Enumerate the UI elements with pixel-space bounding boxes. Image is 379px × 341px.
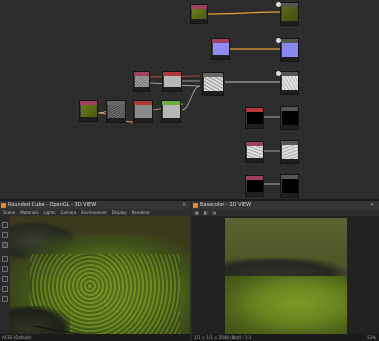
node-graph[interactable] (0, 0, 379, 199)
2d-view-toolbar: ▦ ◧ ▤ (192, 209, 379, 216)
graph-node-red-a[interactable] (162, 71, 182, 92)
screenshot-icon[interactable] (2, 286, 8, 292)
graph-connections (97, 11, 282, 185)
menu-renderer[interactable]: Renderer (132, 210, 150, 215)
tile-icon[interactable]: ▦ (195, 210, 199, 215)
2d-view-title: Basecolor - 2D VIEW (200, 202, 252, 208)
2d-view-status: 1/1 × 1/1 × 2048 (8bit) - 1:1 53% (192, 334, 379, 341)
display-icon[interactable] (2, 242, 8, 248)
3d-view-title-bar[interactable]: Rounded Cube - OpenGL - 3D VIEW × (0, 201, 190, 209)
graph-node-noise-a[interactable] (133, 71, 150, 92)
2d-view-status-text: 1/1 × 1/1 × 2048 (8bit) - 1:1 (194, 335, 252, 340)
graph-node-red-b[interactable] (133, 100, 153, 123)
3d-view-toolbar (0, 216, 10, 341)
graph-node-green-mask[interactable] (161, 100, 181, 123)
layers-icon[interactable] (2, 296, 8, 302)
camera-icon[interactable] (2, 222, 8, 228)
3d-view-panel: Rounded Cube - OpenGL - 3D VIEW × Scene M… (0, 201, 190, 341)
frame-icon[interactable] (2, 266, 8, 272)
grid-icon[interactable] (2, 256, 8, 262)
channels-icon[interactable]: ◧ (204, 210, 208, 215)
axis-icon[interactable] (2, 276, 8, 282)
output-node-basecolor[interactable] (280, 2, 299, 26)
close-icon[interactable]: × (370, 201, 374, 209)
menu-scene[interactable]: Scene (3, 210, 15, 215)
3d-view-menu: Scene Materials Lights Camera Environment Dis… (0, 209, 190, 216)
output-node-metallic[interactable] (280, 106, 299, 130)
graph-node-normal[interactable] (211, 38, 230, 60)
3d-view-title: Rounded Cube - OpenGL - 3D VIEW (8, 202, 97, 208)
menu-lights[interactable]: Lights (44, 210, 56, 215)
wire-basecolor (206, 11, 282, 15)
texture-preview (225, 218, 347, 336)
histogram-icon[interactable]: ▤ (213, 210, 217, 215)
output-node-normal[interactable] (280, 38, 299, 62)
output-node-ao[interactable] (280, 174, 299, 198)
graph-node-source-green[interactable] (79, 100, 98, 122)
graph-node-metallic[interactable] (245, 107, 264, 129)
texture-icon (193, 202, 198, 208)
graph-node-height-blend[interactable] (202, 72, 224, 96)
cube-icon (1, 202, 6, 208)
3d-viewport[interactable] (10, 216, 190, 341)
graph-node-basecolor[interactable] (190, 4, 208, 24)
menu-display[interactable]: Display (112, 210, 127, 215)
ground-line (34, 325, 189, 341)
menu-environment[interactable]: Environment (81, 210, 107, 215)
2d-viewport[interactable] (192, 216, 379, 341)
2d-view-title-bar[interactable]: Basecolor - 2D VIEW × (192, 201, 379, 209)
output-port-icon[interactable] (276, 2, 281, 7)
zoom-level[interactable]: 53% (367, 334, 376, 341)
menu-camera[interactable]: Camera (61, 210, 77, 215)
output-node-height[interactable] (280, 71, 299, 95)
menu-materials[interactable]: Materials (20, 210, 38, 215)
graph-node-roughness[interactable] (245, 141, 264, 163)
graph-node-grayscale[interactable] (106, 100, 126, 123)
2d-view-panel: Basecolor - 2D VIEW × ▦ ◧ ▤ 1/1 × 1/1 × 20… (192, 201, 379, 341)
output-port-icon[interactable] (276, 71, 281, 76)
light-icon[interactable] (2, 232, 8, 238)
output-port-icon[interactable] (276, 38, 281, 43)
3d-view-status: ACES (Default) (0, 334, 190, 341)
close-icon[interactable]: × (182, 201, 186, 209)
output-node-roughness[interactable] (280, 140, 299, 164)
graph-node-ao[interactable] (245, 175, 264, 197)
